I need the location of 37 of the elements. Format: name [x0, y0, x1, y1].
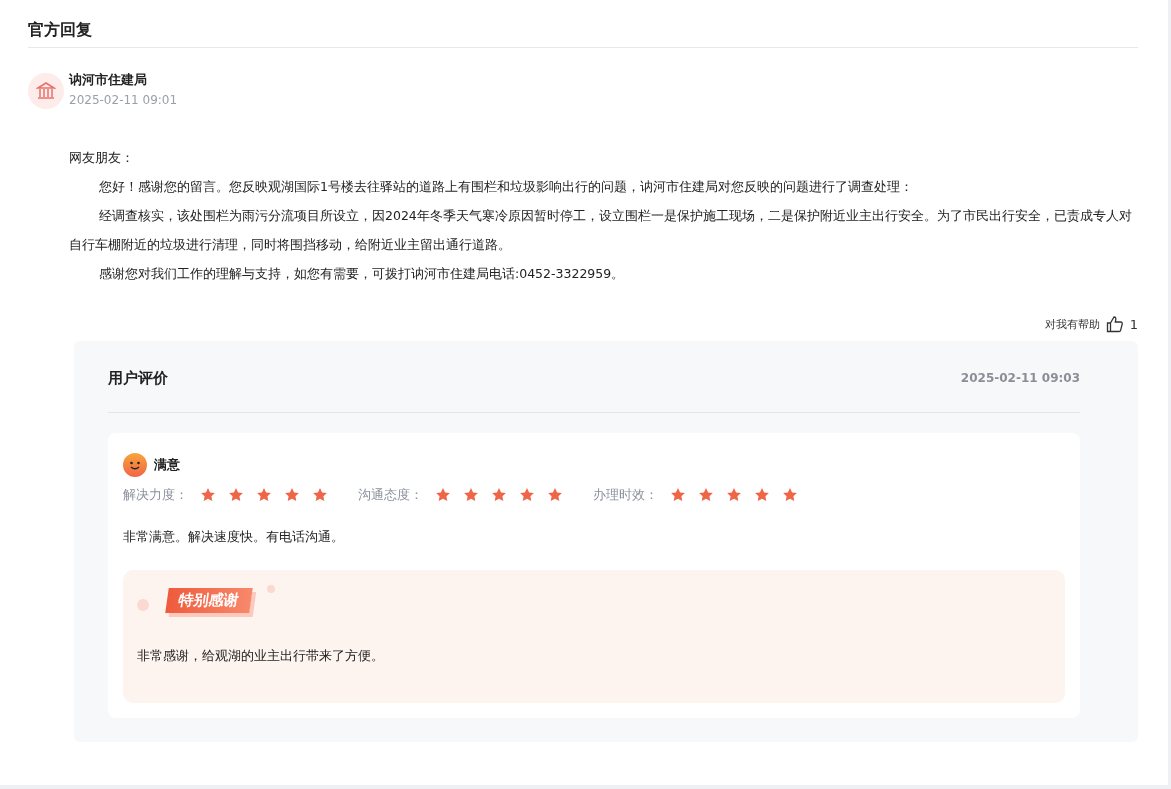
thanks-text: 非常感谢，给观湖的业主出行带来了方便。 [137, 647, 385, 665]
thumbs-up-icon[interactable] [1105, 315, 1124, 333]
evaluation-title: 用户评价 [108, 368, 168, 388]
star-icon [435, 487, 451, 503]
rating-label: 办理时效： [593, 486, 658, 504]
smiley-icon [123, 453, 147, 477]
government-building-icon [28, 73, 64, 109]
decor-dot [267, 585, 275, 593]
star-icon [547, 487, 563, 503]
star-icon [491, 487, 507, 503]
star-icon [284, 487, 300, 503]
star-icon [256, 487, 272, 503]
helpful-count: 1 [1129, 316, 1138, 332]
decor-dot [137, 599, 149, 611]
section-title: 官方回复 [28, 20, 93, 41]
star-icon [754, 487, 770, 503]
helpful-label: 对我有帮助 [1044, 316, 1100, 332]
star-icon [670, 487, 686, 503]
star-icon [312, 487, 328, 503]
star-icon [200, 487, 216, 503]
star-icon [519, 487, 535, 503]
reply-paragraph: 您好！感谢您的留言。您反映观湖国际1号楼去往驿站的道路上有围栏和垃圾影响出行的问题，讷河市住建局对您反映的问题进行了调查处理： [98, 178, 914, 196]
reply-time: 2025-02-11 09:01 [69, 93, 178, 107]
reply-paragraph: 感谢您对我们工作的理解与支持，如您有需要，可拨打讷河市住建局电话:0452-3322959。 [98, 265, 626, 283]
star-icon [228, 487, 244, 503]
star-icon [698, 487, 714, 503]
star-icon [782, 487, 798, 503]
satisfaction-label: 满意 [154, 456, 180, 474]
reply-paragraph: 经调查核实，该处围栏为雨污分流项目所设立，因2024年冬季天气寒冷原因暂时停工，设立围栏一是保护施工现场，二是保护附近业主出行安全。为了市民出行安全，已责成专人对自行车棚附近的垃圾进行清理，同时将围挡移动，给附近业主留出通行道路。 [69, 207, 1133, 254]
rating-label: 解决力度： [123, 486, 188, 504]
star-icon [726, 487, 742, 503]
evaluation-comment: 非常满意。解决速度快。有电话沟通。 [123, 528, 345, 546]
greeting: 网友朋友： [69, 149, 135, 167]
star-icon [463, 487, 479, 503]
evaluation-time: 2025-02-11 09:03 [960, 371, 1080, 385]
author-name: 讷河市住建局 [69, 71, 148, 89]
rating-label: 沟通态度： [358, 486, 423, 504]
